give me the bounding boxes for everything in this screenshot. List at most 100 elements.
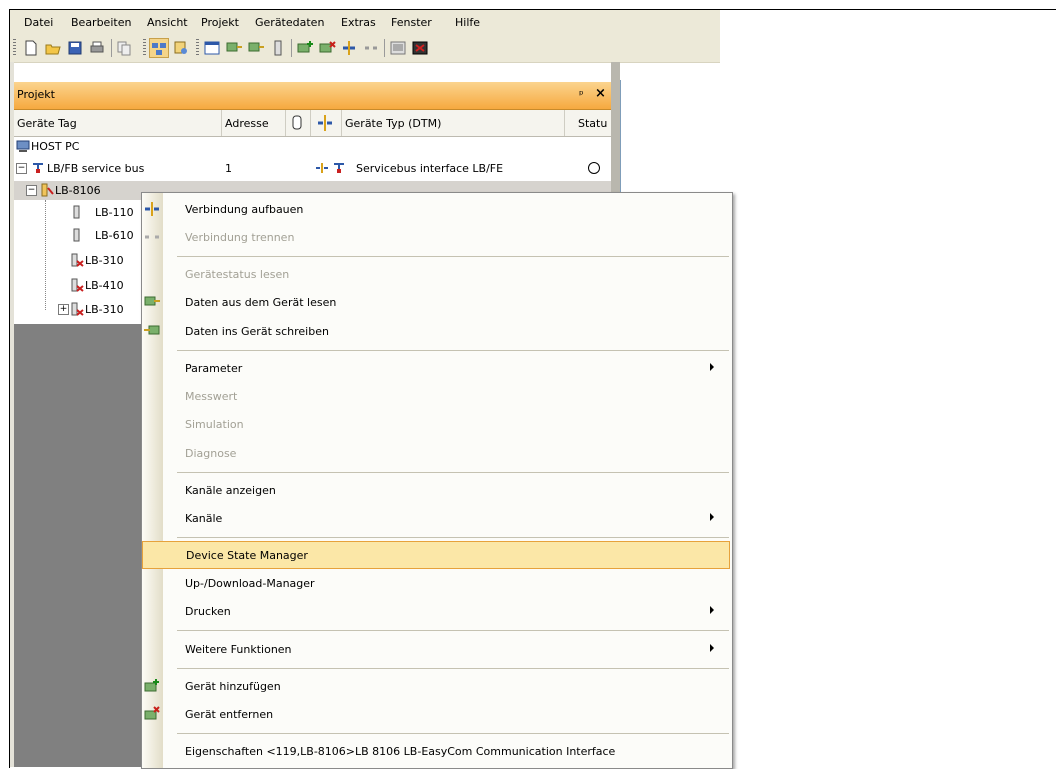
menu-item-weitere-funktionen[interactable]: Weitere Funktionen xyxy=(142,636,730,662)
column-header-device-icon[interactable] xyxy=(285,110,311,136)
disconnect-icon[interactable] xyxy=(362,39,380,57)
row-tag: LB-310 xyxy=(85,303,124,316)
menu-item-label: Gerät entfernen xyxy=(185,708,274,721)
menu-item-label: Daten ins Gerät schreiben xyxy=(185,325,329,338)
menu-item-verbindung-aufbauen[interactable]: Verbindung aufbauen xyxy=(142,196,730,222)
column-label-tag: Geräte Tag xyxy=(17,117,77,130)
toolbar-separator xyxy=(291,39,292,57)
connect-icon[interactable] xyxy=(340,39,358,57)
menu-item-daten-schreiben[interactable]: Daten ins Gerät schreiben xyxy=(142,318,730,344)
device-icon xyxy=(292,115,302,130)
menu-hilfe[interactable]: Hilfe xyxy=(455,16,480,29)
menu-projekt[interactable]: Projekt xyxy=(201,16,239,29)
menu-item-kanaele[interactable]: Kanäle xyxy=(142,505,730,531)
menu-datei[interactable]: Datei xyxy=(24,16,53,29)
menu-item-device-state-manager[interactable]: Device State Manager xyxy=(142,541,730,569)
column-header-connection[interactable] xyxy=(310,110,342,136)
new-file-icon[interactable] xyxy=(22,39,40,57)
print-icon[interactable] xyxy=(88,39,106,57)
menu-item-daten-lesen[interactable]: Daten aus dem Gerät lesen xyxy=(142,289,730,315)
menu-item-eigenschaften[interactable]: Eigenschaften <119,LB-8106>LB 8106 LB-Ea… xyxy=(142,738,730,764)
column-header-tag[interactable]: Geräte Tag xyxy=(14,110,222,136)
menu-item-label: Eigenschaften <119,LB-8106>LB 8106 LB-Ea… xyxy=(185,745,616,758)
menu-item-geraetestatus-lesen[interactable]: Gerätestatus lesen xyxy=(142,261,730,287)
remove-device-icon xyxy=(144,706,160,722)
row-tag: LB-610 xyxy=(95,229,134,242)
menu-item-label: Verbindung aufbauen xyxy=(185,203,304,216)
collapse-icon[interactable]: − xyxy=(16,163,27,174)
menu-item-label: Daten aus dem Gerät lesen xyxy=(185,296,337,309)
menu-item-label: Kanäle xyxy=(185,512,223,525)
row-address: 1 xyxy=(225,162,232,175)
column-header-address[interactable]: Adresse xyxy=(221,110,286,136)
menu-item-geraet-hinzufuegen[interactable]: Gerät hinzufügen xyxy=(142,673,730,699)
menu-geraetedaten[interactable]: Gerätedaten xyxy=(255,16,324,29)
menu-separator xyxy=(177,472,729,473)
copy-dropdown-icon[interactable] xyxy=(116,39,134,57)
menu-bearbeiten[interactable]: Bearbeiten xyxy=(71,16,131,29)
menu-item-label: Messwert xyxy=(185,390,238,403)
row-tag: LB/FB service bus xyxy=(47,162,145,175)
toolbar-grip[interactable] xyxy=(143,39,146,57)
pin-icon[interactable]: ᵖ xyxy=(579,88,584,101)
module-error-icon xyxy=(70,253,84,267)
catalog-icon[interactable] xyxy=(172,39,190,57)
menu-ansicht[interactable]: Ansicht xyxy=(147,16,188,29)
expand-icon[interactable]: + xyxy=(58,304,69,315)
submenu-arrow-icon xyxy=(710,363,714,371)
host-pc-icon xyxy=(16,139,30,153)
download-icon[interactable] xyxy=(247,39,265,57)
device-online-icon[interactable] xyxy=(269,39,287,57)
collapse-icon[interactable]: − xyxy=(26,185,37,196)
project-panel-header: Projekt ᵖ × xyxy=(14,82,611,110)
menu-item-simulation[interactable]: Simulation xyxy=(142,411,730,437)
menu-item-drucken[interactable]: Drucken xyxy=(142,598,730,624)
menu-item-label: Verbindung trennen xyxy=(185,231,295,244)
menu-extras[interactable]: Extras xyxy=(341,16,376,29)
toolbar-grip[interactable] xyxy=(196,39,199,57)
menu-separator xyxy=(177,630,729,631)
add-device-icon[interactable] xyxy=(296,39,314,57)
menu-separator xyxy=(177,668,729,669)
save-icon[interactable] xyxy=(66,39,84,57)
gateway-device-icon xyxy=(40,183,54,197)
close-icon[interactable]: × xyxy=(595,86,606,101)
table-row[interactable]: HOST PC xyxy=(14,137,611,156)
menu-item-parameter[interactable]: Parameter xyxy=(142,355,730,381)
toolbar-grip[interactable] xyxy=(13,39,16,57)
row-type: Servicebus interface LB/FE xyxy=(356,162,504,175)
row-tag: LB-410 xyxy=(85,279,124,292)
menu-item-label: Weitere Funktionen xyxy=(185,643,292,656)
connection-icon xyxy=(318,115,332,131)
monitor-icon[interactable] xyxy=(389,39,407,57)
column-label-address: Adresse xyxy=(225,117,269,130)
menu-item-up-download-manager[interactable]: Up-/Download-Manager xyxy=(142,570,730,596)
table-row[interactable]: − LB/FB service bus 1 Servicebus interfa… xyxy=(14,159,611,178)
row-tag: HOST PC xyxy=(31,140,80,153)
remove-device-icon[interactable] xyxy=(318,39,336,57)
column-label-type: Geräte Typ (DTM) xyxy=(345,117,442,130)
menu-item-geraet-entfernen[interactable]: Gerät entfernen xyxy=(142,701,730,727)
module-error-icon xyxy=(70,278,84,292)
menu-item-kanaele-anzeigen[interactable]: Kanäle anzeigen xyxy=(142,477,730,503)
download-icon xyxy=(144,323,160,339)
column-header-row: Geräte Tag Adresse Geräte Typ (DTM) Stat… xyxy=(14,110,611,137)
add-device-icon xyxy=(144,678,160,694)
menu-item-verbindung-trennen[interactable]: Verbindung trennen xyxy=(142,224,730,250)
menu-fenster[interactable]: Fenster xyxy=(391,16,432,29)
menu-item-label: Diagnose xyxy=(185,447,237,460)
menu-item-label: Drucken xyxy=(185,605,231,618)
column-header-status[interactable]: Statu xyxy=(564,110,611,136)
close-monitor-icon[interactable] xyxy=(411,39,429,57)
module-icon xyxy=(70,205,84,219)
status-indicator xyxy=(588,162,600,174)
upload-icon[interactable] xyxy=(225,39,243,57)
menu-item-diagnose[interactable]: Diagnose xyxy=(142,440,730,466)
column-label-status: Statu xyxy=(578,117,608,130)
column-header-type[interactable]: Geräte Typ (DTM) xyxy=(341,110,565,136)
window-icon[interactable] xyxy=(203,39,221,57)
toolbar xyxy=(10,35,720,63)
open-folder-icon[interactable] xyxy=(44,39,62,57)
menu-item-messwert[interactable]: Messwert xyxy=(142,383,730,409)
network-view-icon[interactable] xyxy=(149,38,169,58)
